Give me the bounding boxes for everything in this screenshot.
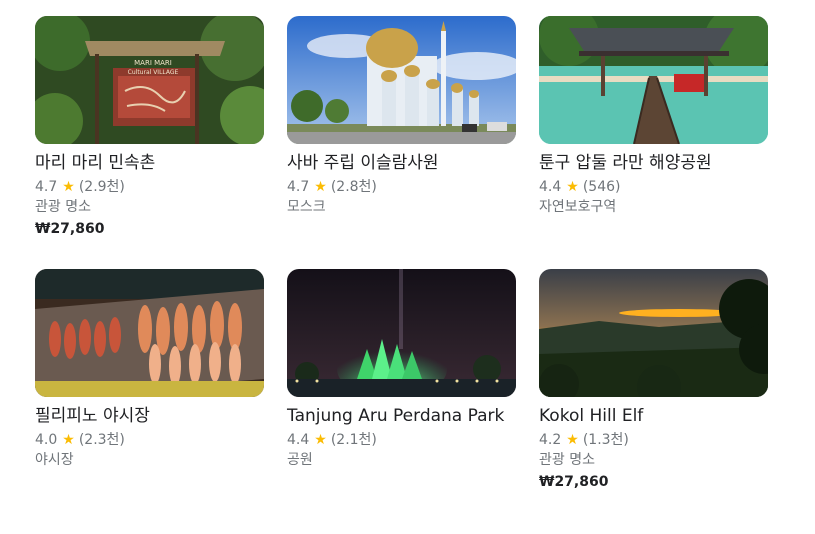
review-count: (2.8천) bbox=[330, 179, 377, 195]
place-category: 자연보호구역 bbox=[539, 199, 617, 215]
place-card-kokol-hill[interactable]: Kokol Hill Elf 4.2 ★ (1.3천) 관광 명소 ₩27,86… bbox=[539, 269, 769, 493]
star-icon: ★ bbox=[566, 432, 579, 448]
svg-text:MARI MARI: MARI MARI bbox=[134, 59, 172, 67]
place-card-tanjung-aru[interactable]: Tanjung Aru Perdana Park 4.4 ★ (2.1천) 공원 bbox=[287, 269, 517, 471]
place-photo[interactable] bbox=[539, 16, 768, 144]
place-photo[interactable] bbox=[287, 269, 516, 397]
rating-row: 4.2 ★ (1.3천) bbox=[539, 430, 769, 450]
place-category: 관광 명소 bbox=[35, 199, 91, 215]
rating-value: 4.4 bbox=[287, 432, 310, 448]
review-count: (546) bbox=[582, 179, 621, 195]
place-category: 모스크 bbox=[287, 199, 326, 215]
place-name[interactable]: 툰구 압둘 라만 해양공원 bbox=[539, 152, 769, 174]
place-photo[interactable] bbox=[287, 16, 516, 144]
place-photo[interactable]: MARI MARI Cultural VILLAGE bbox=[35, 16, 264, 144]
place-card-filipino-market[interactable]: 필리피노 야시장 4.0 ★ (2.3천) 야시장 bbox=[35, 269, 265, 471]
place-category: 야시장 bbox=[35, 452, 74, 468]
review-count: (1.3천) bbox=[582, 432, 629, 448]
place-photo[interactable] bbox=[539, 269, 768, 397]
place-name[interactable]: 마리 마리 민속촌 bbox=[35, 152, 265, 174]
rating-value: 4.0 bbox=[35, 432, 58, 448]
rating-row: 4.0 ★ (2.3천) bbox=[35, 430, 265, 450]
review-count: (2.3천) bbox=[78, 432, 125, 448]
place-name[interactable]: 사바 주립 이슬람사원 bbox=[287, 152, 517, 174]
place-photo[interactable] bbox=[35, 269, 264, 397]
rating-value: 4.7 bbox=[35, 179, 58, 195]
rating-value: 4.7 bbox=[287, 179, 310, 195]
rating-row: 4.4 ★ (546) bbox=[539, 177, 769, 197]
place-price: ₩27,860 bbox=[35, 221, 105, 237]
rating-row: 4.4 ★ (2.1천) bbox=[287, 430, 517, 450]
star-icon: ★ bbox=[62, 432, 75, 448]
place-name[interactable]: Tanjung Aru Perdana Park bbox=[287, 405, 517, 427]
svg-text:Cultural VILLAGE: Cultural VILLAGE bbox=[128, 69, 179, 76]
star-icon: ★ bbox=[314, 432, 327, 448]
rating-row: 4.7 ★ (2.8천) bbox=[287, 177, 517, 197]
place-card-state-mosque[interactable]: 사바 주립 이슬람사원 4.7 ★ (2.8천) 모스크 bbox=[287, 16, 517, 218]
place-price: ₩27,860 bbox=[539, 474, 609, 490]
star-icon: ★ bbox=[62, 179, 75, 195]
review-count: (2.9천) bbox=[78, 179, 125, 195]
place-category: 공원 bbox=[287, 452, 313, 468]
star-icon: ★ bbox=[314, 179, 327, 195]
place-card-mari-mari[interactable]: MARI MARI Cultural VILLAGE 마리 마리 민속촌 4.7… bbox=[35, 16, 265, 240]
place-card-tunku-abdul-rahman[interactable]: 툰구 압둘 라만 해양공원 4.4 ★ (546) 자연보호구역 bbox=[539, 16, 769, 218]
review-count: (2.1천) bbox=[330, 432, 377, 448]
place-category: 관광 명소 bbox=[539, 452, 595, 468]
star-icon: ★ bbox=[566, 179, 579, 195]
place-name[interactable]: 필리피노 야시장 bbox=[35, 405, 265, 427]
rating-row: 4.7 ★ (2.9천) bbox=[35, 177, 265, 197]
rating-value: 4.2 bbox=[539, 432, 562, 448]
rating-value: 4.4 bbox=[539, 179, 562, 195]
place-name[interactable]: Kokol Hill Elf bbox=[539, 405, 769, 427]
